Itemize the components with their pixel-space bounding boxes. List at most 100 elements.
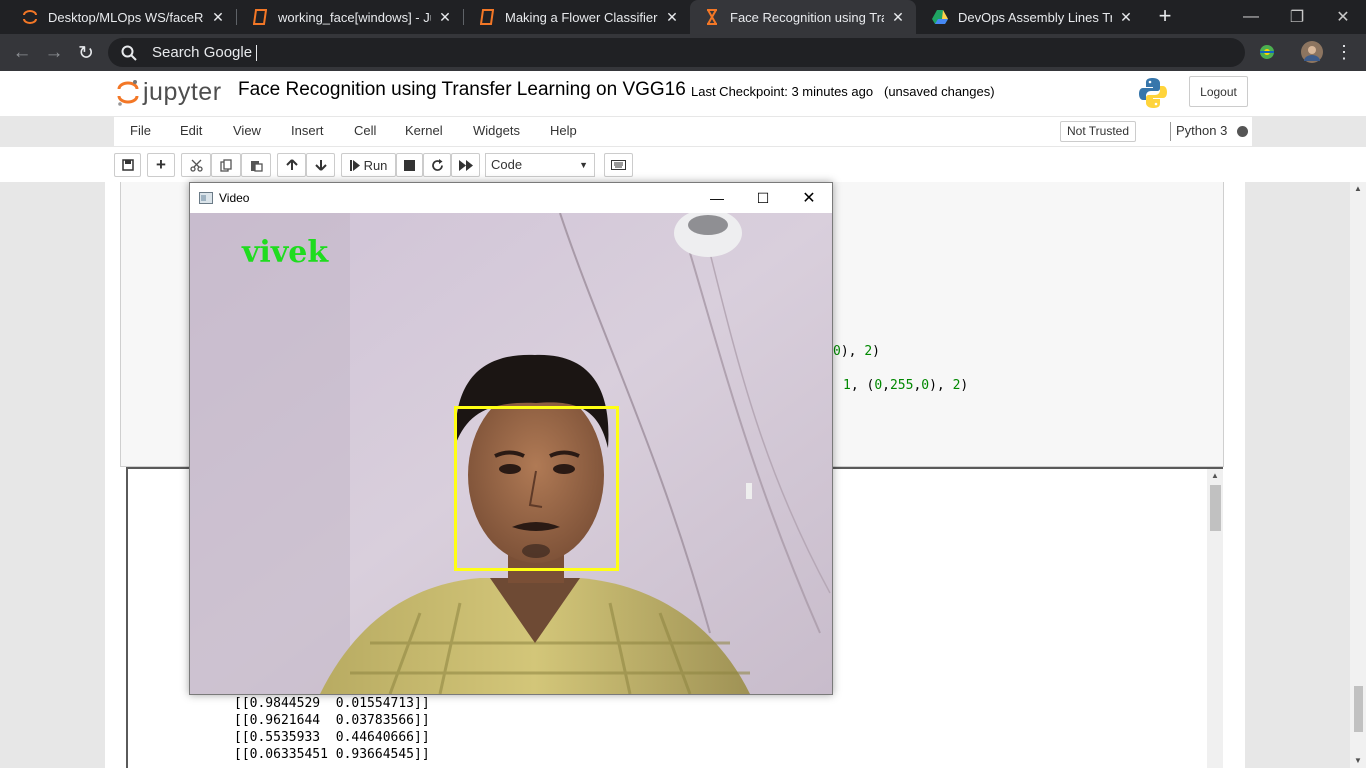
move-down-button[interactable]	[306, 153, 335, 177]
scrollbar-thumb[interactable]	[1210, 485, 1221, 531]
browser-tab-2[interactable]: working_face[windows] - Jupyt ✕	[238, 0, 463, 34]
command-palette-button[interactable]	[604, 153, 633, 177]
omnibox[interactable]: Search Google	[108, 38, 1245, 67]
extension-icon[interactable]	[1256, 41, 1278, 63]
browser-tab-5[interactable]: DevOps Assembly Lines Trainin ✕	[918, 0, 1144, 34]
close-icon[interactable]: ✕	[437, 9, 453, 26]
new-tab-button[interactable]: +	[1153, 5, 1177, 29]
jupyter-logo-icon	[117, 80, 139, 106]
scroll-up-arrow-icon[interactable]: ▲	[1207, 469, 1223, 483]
reload-button[interactable]: ↻	[72, 39, 100, 67]
autosave-status: (unsaved changes)	[884, 84, 995, 99]
arrow-up-icon	[285, 159, 298, 170]
save-button[interactable]	[114, 153, 141, 177]
close-icon[interactable]: ✕	[1118, 9, 1134, 26]
python-logo-icon	[1139, 78, 1167, 108]
forward-button[interactable]: →	[40, 39, 68, 67]
jupyter-logo-text: jupyter	[143, 77, 222, 106]
restart-kernel-button[interactable]	[423, 153, 451, 177]
cut-button[interactable]	[181, 153, 211, 177]
video-window-titlebar[interactable]: Video — ☐ ✕	[190, 183, 832, 213]
paste-icon	[250, 160, 263, 172]
hourglass-icon	[704, 9, 720, 25]
trust-button[interactable]: Not Trusted	[1060, 121, 1137, 142]
webcam-frame: vivek	[190, 213, 832, 694]
notebook-toolbar: + Run Code ▼	[0, 147, 1366, 182]
browser-tab-3[interactable]: Making a Flower Classifier with ✕	[465, 0, 690, 34]
menu-edit[interactable]: Edit	[180, 123, 202, 138]
step-forward-icon	[349, 159, 360, 171]
fast-forward-icon	[458, 159, 473, 171]
omnibox-text: Search Google	[152, 44, 253, 61]
kernel-status-icon	[1237, 126, 1248, 137]
code-line: 0), 2)	[833, 344, 880, 359]
jupyter-header: jupyter Face Recognition using Transfer …	[0, 71, 1366, 116]
restore-window-button[interactable]: ❐	[1274, 0, 1320, 34]
cell-type-value: Code	[491, 157, 523, 172]
run-button[interactable]: Run	[341, 153, 396, 177]
tab-divider	[236, 9, 237, 25]
browser-tab-1[interactable]: Desktop/MLOps WS/faceRecog ✕	[8, 0, 236, 34]
run-label: Run	[363, 157, 388, 173]
scroll-down-arrow-icon[interactable]: ▼	[1350, 754, 1366, 768]
keyboard-icon	[611, 160, 626, 170]
menu-widgets[interactable]: Widgets	[473, 123, 520, 138]
minimize-window-button[interactable]: —	[1228, 0, 1274, 34]
output-line: [[0.06335451 0.93664545]]	[234, 747, 430, 762]
close-window-button[interactable]: ✕	[1320, 0, 1366, 34]
maximize-window-button[interactable]: ☐	[740, 183, 786, 213]
restart-run-all-button[interactable]	[451, 153, 480, 177]
menu-kernel[interactable]: Kernel	[405, 123, 443, 138]
output-line: [[0.5535933 0.44640666]]	[234, 730, 430, 745]
minimize-window-button[interactable]: —	[694, 183, 740, 213]
notebook-title[interactable]: Face Recognition using Transfer Learning…	[238, 79, 686, 101]
search-icon	[120, 44, 138, 62]
jupyter-menubar: File Edit View Insert Cell Kernel Widget…	[113, 116, 1253, 147]
code-line: 1, (0,255,0), 2)	[843, 378, 969, 393]
copy-icon	[219, 158, 232, 172]
page-scrollbar[interactable]: ▲ ▼	[1350, 182, 1366, 768]
tab-divider	[463, 9, 464, 25]
scroll-up-arrow-icon[interactable]: ▲	[1350, 182, 1366, 196]
menu-view[interactable]: View	[233, 123, 261, 138]
close-icon[interactable]: ✕	[210, 9, 226, 26]
window-app-icon	[199, 192, 213, 204]
close-icon[interactable]: ✕	[890, 9, 906, 26]
save-icon	[121, 159, 134, 171]
kernel-name[interactable]: Python 3	[1176, 123, 1227, 138]
menu-file[interactable]: File	[130, 123, 151, 138]
avatar[interactable]	[1301, 41, 1323, 63]
plus-icon: +	[156, 155, 166, 174]
menu-help[interactable]: Help	[550, 123, 577, 138]
tab-title: Desktop/MLOps WS/faceRecog	[48, 9, 204, 25]
chevron-down-icon: ▼	[579, 160, 588, 170]
menu-insert[interactable]: Insert	[291, 123, 324, 138]
notebook-icon	[252, 9, 268, 25]
paste-button[interactable]	[241, 153, 271, 177]
kernel-divider	[1170, 122, 1171, 141]
browser-tab-4-active[interactable]: Face Recognition using Transfe ✕	[690, 0, 916, 34]
close-window-button[interactable]: ✕	[786, 183, 832, 213]
output-line: [[0.9844529 0.01554713]]	[234, 696, 430, 711]
recognized-name-label: vivek	[242, 235, 329, 270]
browser-toolbar: ← → ↻ Search Google	[0, 34, 1366, 71]
copy-button[interactable]	[211, 153, 241, 177]
insert-cell-button[interactable]: +	[147, 153, 175, 177]
back-button[interactable]: ←	[8, 39, 36, 67]
jupyter-logo[interactable]: jupyter	[117, 77, 222, 107]
video-window-title: Video	[219, 191, 250, 205]
cell-type-select[interactable]: Code ▼	[485, 153, 595, 177]
scrollbar-thumb[interactable]	[1354, 686, 1363, 732]
menu-cell[interactable]: Cell	[354, 123, 376, 138]
tab-title: Making a Flower Classifier with	[505, 9, 658, 25]
browser-tab-strip: Desktop/MLOps WS/faceRecog ✕ working_fac…	[0, 0, 1366, 34]
output-scrollbar[interactable]: ▲	[1207, 469, 1223, 768]
interrupt-button[interactable]	[396, 153, 423, 177]
tab-title: DevOps Assembly Lines Trainin	[958, 9, 1112, 25]
jupyter-icon	[22, 9, 38, 25]
move-up-button[interactable]	[277, 153, 306, 177]
more-menu-icon[interactable]: ⋮	[1333, 41, 1355, 63]
close-icon[interactable]: ✕	[664, 9, 680, 26]
logout-button[interactable]: Logout	[1189, 76, 1248, 107]
video-window[interactable]: Video — ☐ ✕ vivek	[189, 182, 833, 695]
